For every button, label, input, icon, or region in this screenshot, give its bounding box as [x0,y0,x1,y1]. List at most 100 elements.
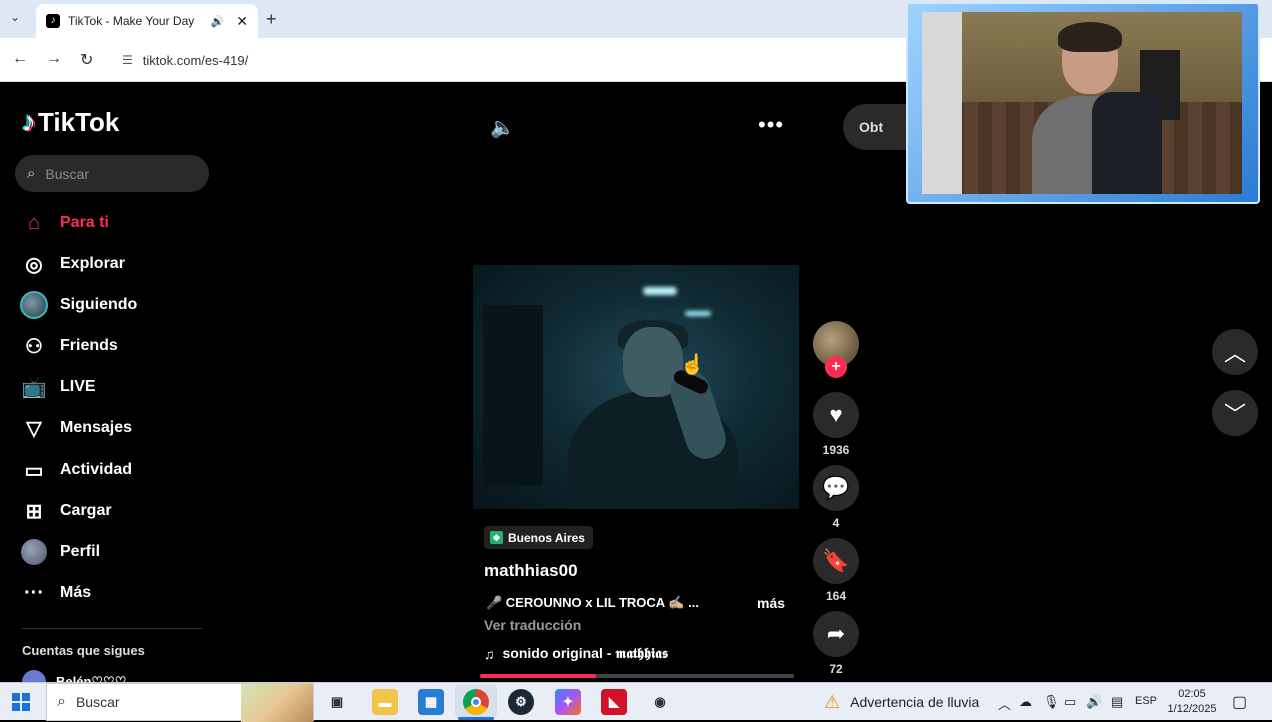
save-count: 164 [825,589,847,603]
amd-software-icon[interactable]: ◣ [601,689,627,715]
tab-search-chevron-icon[interactable]: ⌄ [10,10,20,24]
tab-audio-icon[interactable]: 🔊 [211,15,225,28]
clock-date: 1/12/2025 [1167,703,1217,715]
task-view-icon[interactable]: ▣ [324,689,350,715]
sidebar-item-perfil[interactable]: Perfil [20,537,100,567]
sidebar-item-mas[interactable]: ··· Más [20,578,91,608]
compass-icon: ◎ [25,253,43,276]
windows-start-icon[interactable] [12,693,30,711]
show-hidden-icons-chevron-icon[interactable]: ︿ [998,694,1011,713]
live-tv-icon: 📺 [21,376,47,399]
search-input[interactable]: ⌕ Buscar [15,155,209,192]
previous-video-button[interactable]: ︿ [1212,329,1258,375]
sound-link[interactable]: ♫ sonido original - 𝖒𝖆𝖙𝖍𝖍𝖎𝖆𝖘 [484,645,668,662]
bookmark-icon: 🔖 [822,548,850,573]
sidebar-item-cargar[interactable]: ⊞ Cargar [20,496,112,526]
forward-arrow-icon[interactable]: → [46,50,62,68]
location-badge[interactable]: ◆ Buenos Aires [484,526,593,549]
save-button[interactable]: 🔖 [813,538,859,584]
follow-plus-icon[interactable]: + [825,356,847,378]
sidebar-item-label: Cargar [60,502,112,519]
site-info-icon[interactable]: ☰ [122,53,133,67]
heart-icon: ♥ [829,402,843,427]
sidebar-item-label: Siguiendo [60,296,138,313]
input-language[interactable]: ESP [1135,695,1157,707]
search-icon: ⌕ [27,165,36,182]
back-arrow-icon[interactable]: ← [12,50,28,68]
obs-recording-icon[interactable]: ◉ [647,689,673,715]
video-username[interactable]: mathhias00 [484,561,578,581]
sidebar-item-friends[interactable]: ⚇ Friends [20,331,118,361]
warning-icon: ⚠ [824,691,841,712]
close-tab-icon[interactable]: ✕ [236,13,248,30]
sidebar-item-actividad[interactable]: ▭ Actividad [20,455,132,485]
sound-label: sonido original - 𝖒𝖆𝖙𝖍𝖍𝖎𝖆𝖘 [502,645,669,661]
sidebar-item-label: Perfil [60,543,101,560]
like-count: 1936 [822,443,850,457]
weather-widget[interactable]: ⚠ Advertencia de lluvia [824,683,979,721]
steam-icon[interactable]: ⚙ [508,689,534,715]
get-app-button[interactable]: Obt [843,104,913,150]
friends-icon: ⚇ [25,335,43,358]
translate-link[interactable]: Ver traducción [484,617,581,633]
taskbar-search-input[interactable]: ⌕ Buscar [46,683,314,722]
tiktok-logo[interactable]: ♪ TikTok [22,106,119,138]
more-link[interactable]: más [757,595,785,611]
following-accounts-title: Cuentas que sigues [22,643,145,658]
next-video-button[interactable]: ﹀ [1212,390,1258,436]
search-highlight-image [241,684,313,722]
file-explorer-icon[interactable]: ▬ [372,689,398,715]
more-options-icon[interactable]: ••• [758,112,784,138]
chevron-up-icon: ︿ [1223,341,1246,366]
tab-title: TikTok - Make Your Day [68,14,195,28]
notification-icon[interactable]: ▢ [1232,692,1247,712]
taskbar-search-placeholder: Buscar [75,694,120,710]
tiktok-favicon-icon: ♪ [46,14,60,28]
sidebar-item-explorar[interactable]: ◎ Explorar [20,249,125,279]
chrome-icon[interactable] [463,689,489,715]
url-text: tiktok.com/es-419/ [142,52,249,68]
copilot-icon[interactable]: ✦ [555,689,581,715]
sidebar-item-siguiendo[interactable]: Siguiendo [20,290,137,320]
sidebar-divider [22,628,202,629]
upload-plus-icon: ⊞ [25,500,43,523]
microphone-icon[interactable]: 🎙 [1043,694,1060,710]
comment-icon: 💬 [822,475,850,500]
sidebar-item-label: Mensajes [60,419,133,436]
volume-icon[interactable]: 🔈 [490,115,515,140]
speaker-volume-icon[interactable]: 🔊 [1086,694,1102,710]
onedrive-cloud-icon[interactable]: ☁ [1019,694,1032,710]
get-app-label: Obt [859,119,884,135]
sidebar-item-live[interactable]: 📺 LIVE [20,372,96,402]
device-icon[interactable]: ▤ [1111,694,1123,710]
new-tab-plus-icon[interactable]: + [266,9,277,30]
taskbar-clock[interactable]: 02:05 1/12/2025 [1160,687,1224,717]
sidebar-item-mensajes[interactable]: ▽ Mensajes [20,413,132,443]
video-player[interactable] [473,265,799,509]
webcam-feed [922,12,1242,194]
sidebar-item-label: Friends [60,337,118,354]
reload-icon[interactable]: ↻ [80,50,93,70]
comment-button[interactable]: 💬 [813,465,859,511]
video-progress-bar[interactable] [480,674,794,678]
more-dots-icon: ··· [24,581,44,604]
comment-count: 4 [832,516,840,530]
share-button[interactable]: ➦ [813,611,859,657]
weather-text: Advertencia de lluvia [850,694,980,710]
sidebar-item-label: Actividad [60,461,133,478]
like-button[interactable]: ♥ [813,392,859,438]
sidebar-item-para-ti[interactable]: ⌂ Para ti [20,208,109,238]
network-icon[interactable]: ▭ [1064,694,1076,710]
sidebar-item-label: LIVE [60,378,96,395]
share-count: 72 [829,662,843,676]
sidebar-item-label: Para ti [60,214,109,231]
location-label: Buenos Aires [508,530,585,545]
chevron-down-icon: ﹀ [1223,402,1246,427]
search-icon: ⌕ [57,693,66,710]
microsoft-store-icon[interactable]: ▦ [418,689,444,715]
sidebar-item-label: Explorar [60,255,125,272]
hand-cursor-icon: ☝ [680,354,705,376]
logo-text: TikTok [38,106,120,137]
send-icon: ▽ [26,417,42,440]
browser-tab[interactable]: ♪ TikTok - Make Your Day 🔊 ✕ [36,4,258,38]
